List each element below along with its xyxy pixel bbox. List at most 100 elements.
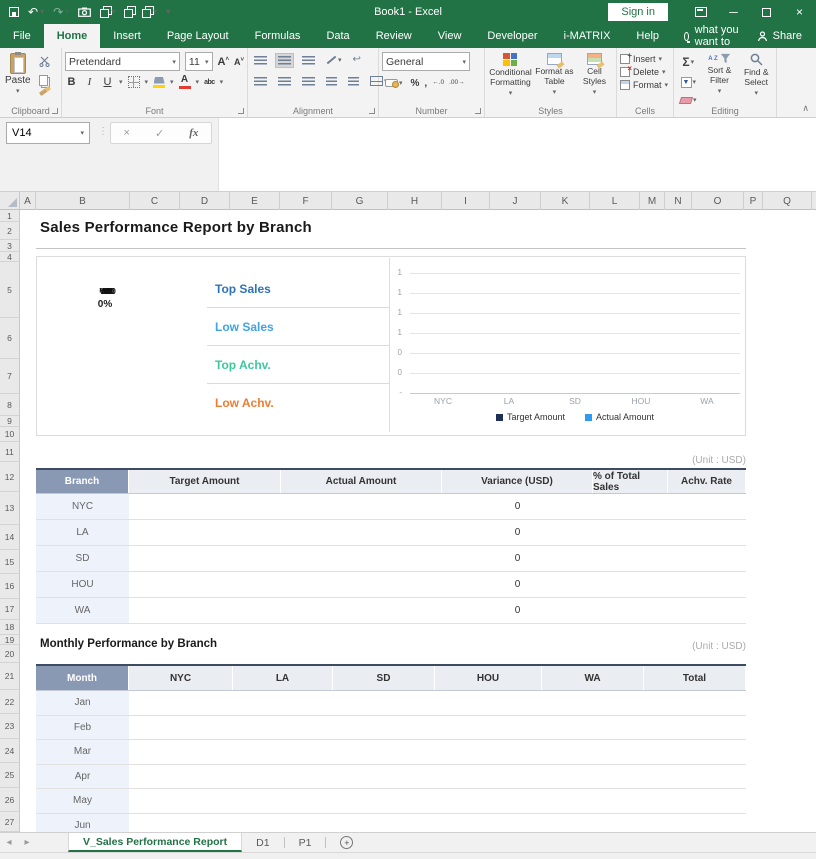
find-select-button[interactable]: Find & Select ▾ xyxy=(739,53,773,103)
column-header-E[interactable]: E xyxy=(230,192,280,210)
cell-may-month[interactable]: May xyxy=(36,789,129,814)
header-cell-nyc[interactable]: NYC xyxy=(129,666,233,690)
row-header-10[interactable]: 10 xyxy=(0,427,19,442)
tab-data[interactable]: Data xyxy=(313,24,362,48)
tell-me-box[interactable]: Tell me what you want to do xyxy=(672,24,757,48)
row-header-19[interactable]: 19 xyxy=(0,635,19,645)
align-left-icon[interactable] xyxy=(251,74,270,89)
header-cell-achv-rate[interactable]: Achv. Rate xyxy=(668,470,746,493)
copy-picture-icon[interactable]: ▾ xyxy=(142,6,157,18)
column-header-M[interactable]: M xyxy=(640,192,665,210)
underline-options-icon[interactable]: ▾ xyxy=(119,78,123,86)
cell-jan-month[interactable]: Jan xyxy=(36,691,129,716)
cell-may-hou[interactable] xyxy=(435,789,542,814)
borders-options-icon[interactable]: ▾ xyxy=(145,78,149,86)
row-header-22[interactable]: 22 xyxy=(0,690,19,714)
sheet-tab-p1[interactable]: P1 xyxy=(285,833,326,852)
sheet-tab-active[interactable]: V_Sales Performance Report xyxy=(68,833,242,852)
cell-feb-wa[interactable] xyxy=(542,716,644,741)
wrap-text-icon[interactable]: ↩ xyxy=(350,52,364,68)
tab-i-matrix[interactable]: i-MATRIX xyxy=(551,24,624,48)
cancel-icon[interactable]: × xyxy=(124,127,130,139)
column-header-N[interactable]: N xyxy=(665,192,692,210)
cell-la-pct-total[interactable] xyxy=(593,520,668,546)
header-cell-month[interactable]: Month xyxy=(36,666,129,690)
collapse-ribbon-icon[interactable]: ∧ xyxy=(802,103,809,114)
gauge-kpi[interactable]: ₩0 0% xyxy=(50,286,160,310)
kpi-top-achv[interactable]: Top Achv. xyxy=(207,346,389,384)
cell-la-variance[interactable]: 0 xyxy=(442,520,593,546)
column-header-D[interactable]: D xyxy=(180,192,230,210)
cell-feb-total[interactable] xyxy=(644,716,746,741)
row-header-4[interactable]: 4 xyxy=(0,252,19,262)
row-header-1[interactable]: 1 xyxy=(0,210,19,222)
align-center-icon[interactable] xyxy=(275,74,294,89)
accounting-format-icon[interactable]: ▾ xyxy=(382,76,406,90)
cut-button[interactable] xyxy=(39,54,58,72)
bottom-align-icon[interactable] xyxy=(299,53,318,68)
row-header-2[interactable]: 2 xyxy=(0,222,19,240)
header-cell-hou[interactable]: HOU xyxy=(435,666,542,690)
autosum-button[interactable]: Σ▾ xyxy=(677,53,700,71)
row-header-8[interactable]: 8 xyxy=(0,394,19,416)
column-header-O[interactable]: O xyxy=(692,192,744,210)
cell-nyc-pct-total[interactable] xyxy=(593,494,668,520)
percent-style-button[interactable]: % xyxy=(411,78,420,89)
cell-nyc-achv-rate[interactable] xyxy=(668,494,746,520)
header-cell-total[interactable]: Total xyxy=(644,666,746,690)
font-dialog-launcher-icon[interactable] xyxy=(238,108,244,114)
font-color-options-icon[interactable]: ▾ xyxy=(196,78,200,86)
undo-icon[interactable]: ↶▾ xyxy=(28,6,44,18)
number-dialog-launcher-icon[interactable] xyxy=(475,108,481,114)
cell-may-wa[interactable] xyxy=(542,789,644,814)
cell-nyc-target[interactable] xyxy=(129,494,281,520)
save-icon[interactable] xyxy=(9,7,19,17)
font-color-button[interactable]: A xyxy=(179,75,191,89)
cell-sd-branch[interactable]: SD xyxy=(36,546,129,572)
cell-la-branch[interactable]: LA xyxy=(36,520,129,546)
cell-jan-sd[interactable] xyxy=(333,691,435,716)
row-header-21[interactable]: 21 xyxy=(0,663,19,690)
cell-la-achv-rate[interactable] xyxy=(668,520,746,546)
conditional-formatting-button[interactable]: Conditional Formatting ▾ xyxy=(488,53,533,103)
cell-jan-wa[interactable] xyxy=(542,691,644,716)
row-header-15[interactable]: 15 xyxy=(0,550,19,574)
sheet-nav-left-icon[interactable]: ◂ xyxy=(0,833,18,852)
customize-qat-icon[interactable]: ▾ xyxy=(166,8,170,16)
cell-jun-month[interactable]: Jun xyxy=(36,814,129,833)
cell-apr-hou[interactable] xyxy=(435,765,542,790)
cell-sd-target[interactable] xyxy=(129,546,281,572)
column-header-F[interactable]: F xyxy=(280,192,332,210)
cell-apr-nyc[interactable] xyxy=(129,765,233,790)
header-cell-variance-usd[interactable]: Variance (USD) xyxy=(442,470,593,493)
format-as-table-button[interactable]: Format as Table ▾ xyxy=(533,53,576,103)
sheet-nav-right-icon[interactable]: ▸ xyxy=(18,833,36,852)
cell-hou-pct-total[interactable] xyxy=(593,572,668,598)
paste-button[interactable]: Paste ▾ xyxy=(5,53,31,95)
cell-styles-button[interactable]: Cell Styles ▾ xyxy=(576,53,613,103)
cell-mar-hou[interactable] xyxy=(435,740,542,765)
cell-feb-hou[interactable] xyxy=(435,716,542,741)
close-button[interactable]: × xyxy=(783,0,816,24)
row-header-3[interactable]: 3 xyxy=(0,240,19,252)
sort-filter-button[interactable]: A Z Sort & Filter ▾ xyxy=(704,53,736,103)
cell-apr-total[interactable] xyxy=(644,765,746,790)
tab-insert[interactable]: Insert xyxy=(100,24,154,48)
row-header-25[interactable]: 25 xyxy=(0,763,19,788)
tab-developer[interactable]: Developer xyxy=(474,24,550,48)
row-header-18[interactable]: 18 xyxy=(0,620,19,635)
column-header-I[interactable]: I xyxy=(442,192,490,210)
cell-jun-sd[interactable] xyxy=(333,814,435,833)
minimize-button[interactable]: ─ xyxy=(717,0,750,24)
decrease-decimal-button[interactable]: .00→ xyxy=(449,80,465,87)
cell-may-la[interactable] xyxy=(233,789,333,814)
insert-cells-button[interactable]: + Insert▾ xyxy=(620,54,670,64)
cell-sd-variance[interactable]: 0 xyxy=(442,546,593,572)
row-header-5[interactable]: 5 xyxy=(0,262,19,318)
cell-jun-total[interactable] xyxy=(644,814,746,833)
cell-feb-month[interactable]: Feb xyxy=(36,716,129,741)
row-header-13[interactable]: 13 xyxy=(0,492,19,525)
column-header-H[interactable]: H xyxy=(388,192,442,210)
cell-jan-hou[interactable] xyxy=(435,691,542,716)
sheet-tab-d1[interactable]: D1 xyxy=(242,833,283,852)
